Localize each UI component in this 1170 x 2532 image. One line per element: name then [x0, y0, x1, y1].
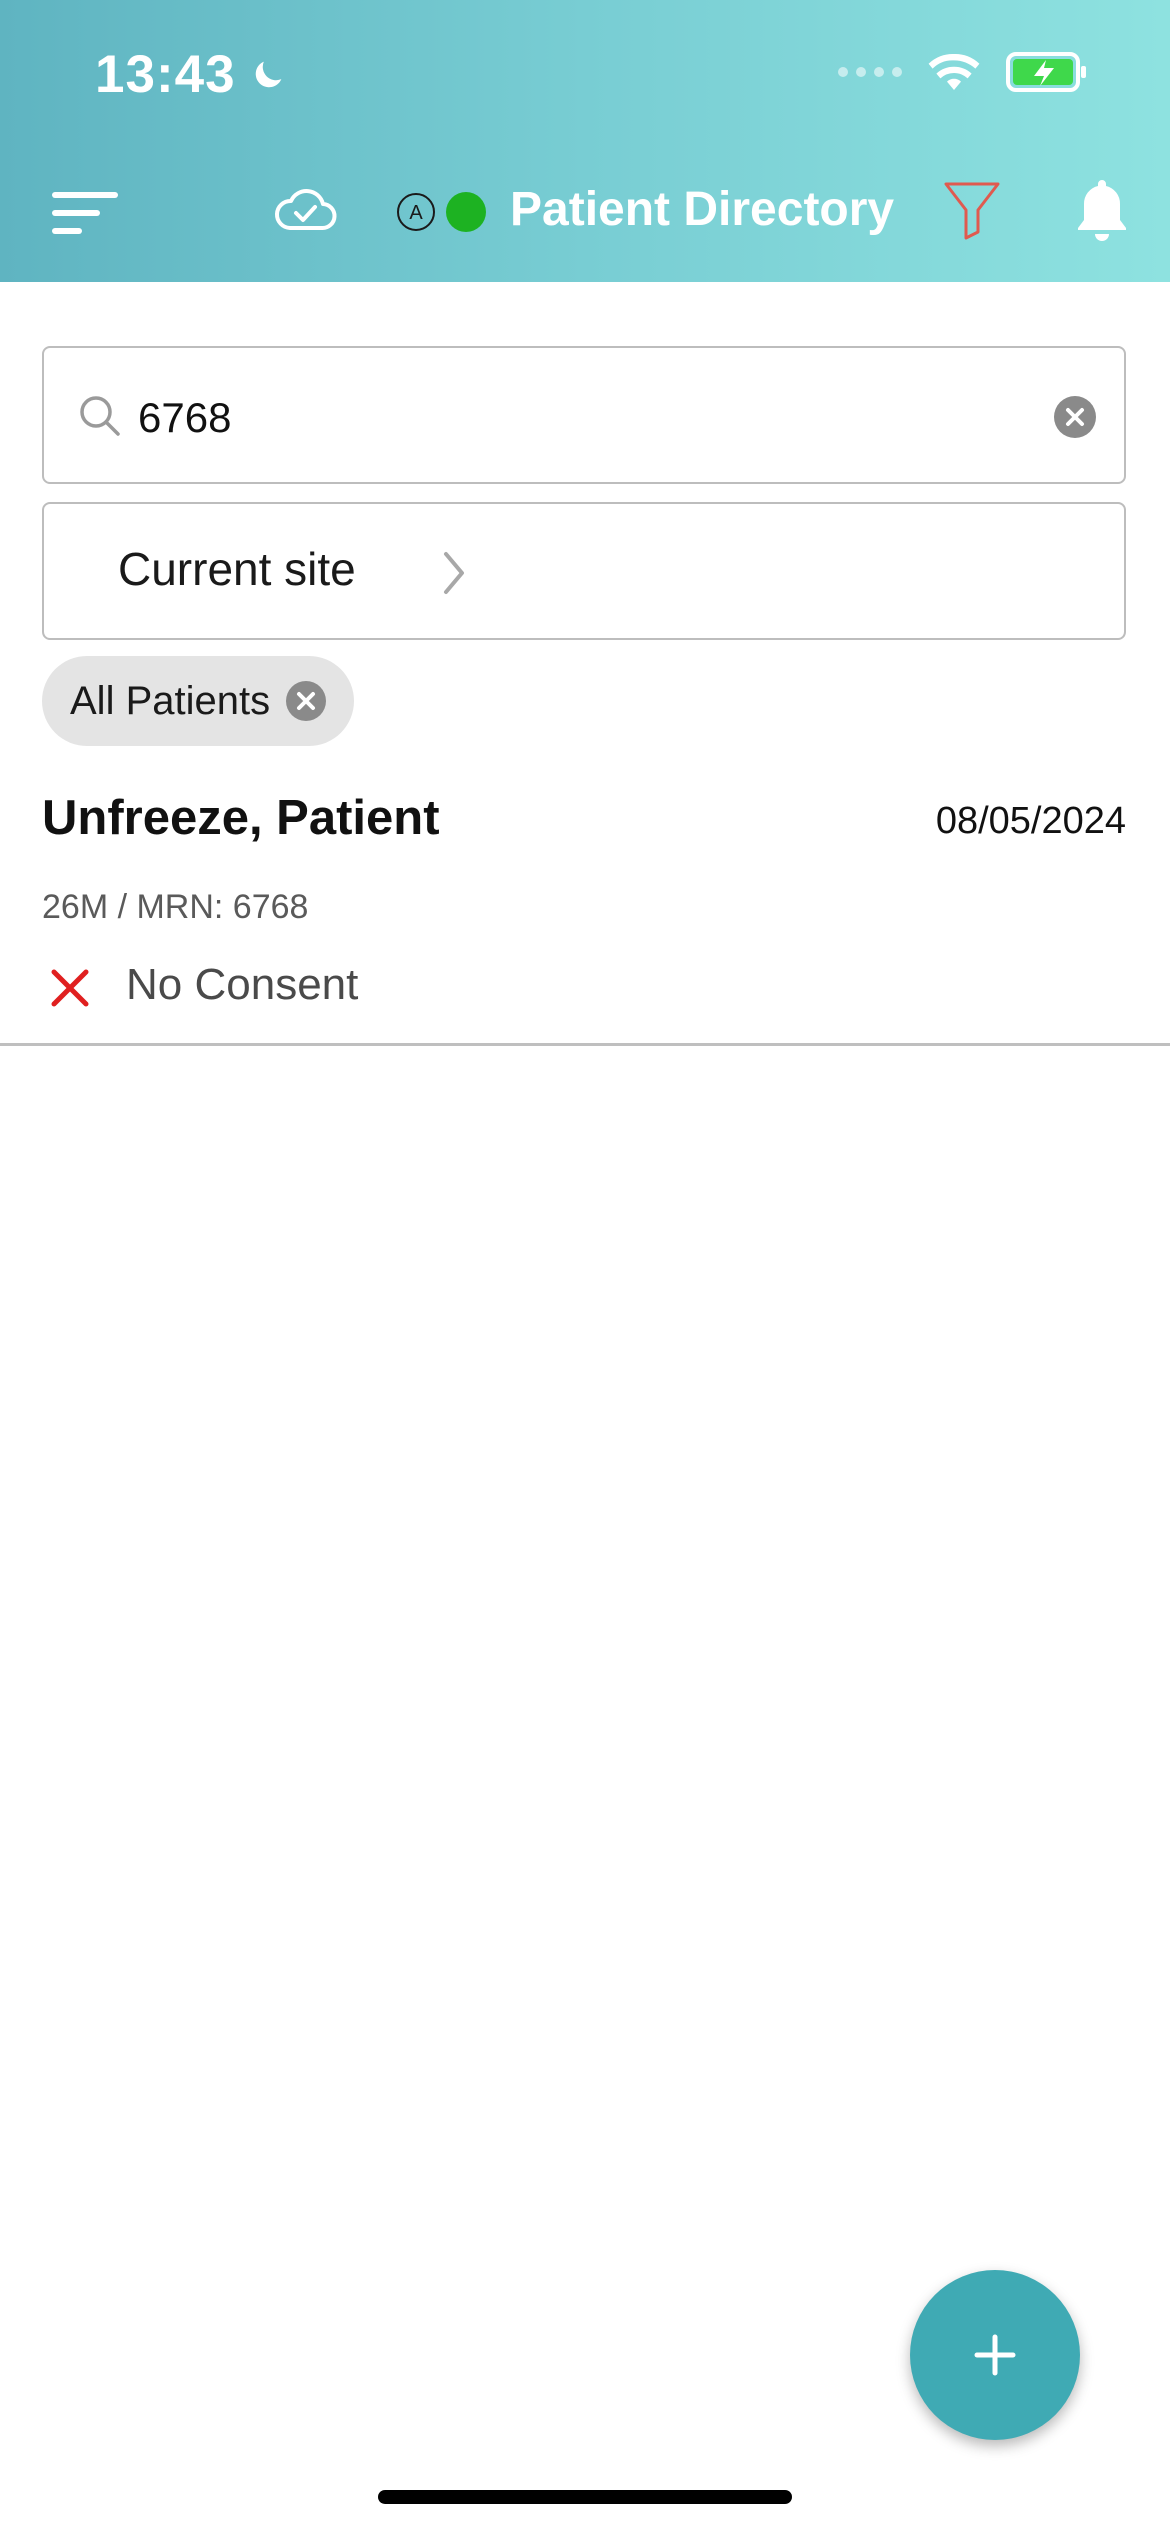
close-icon	[1066, 408, 1084, 426]
site-selector[interactable]: Current site	[42, 502, 1126, 640]
plus-icon	[974, 2334, 1016, 2376]
filter-chip-all-patients[interactable]: All Patients	[42, 656, 355, 746]
status-time-text: 13:43	[95, 45, 236, 104]
consent-status: No Consent	[126, 960, 359, 1009]
cellular-signal-icon	[838, 67, 902, 77]
auto-mode-icon[interactable]: A	[396, 192, 436, 232]
page-title: Patient Directory	[510, 183, 895, 236]
no-consent-x-icon	[51, 969, 89, 1007]
close-icon	[297, 692, 316, 710]
patient-date: 08/05/2024	[935, 800, 1126, 842]
site-selector-label: Current site	[118, 543, 356, 595]
patient-name: Unfreeze, Patient	[42, 791, 440, 845]
moon-icon	[255, 61, 281, 87]
patient-list-item[interactable]: Unfreeze, Patient 08/05/2024 26M / MRN: …	[0, 770, 1170, 1046]
clear-search-button[interactable]	[1054, 396, 1096, 438]
patient-directory-screen: 13:43 A Patient Directory 6768 Current s…	[0, 0, 1170, 2532]
remove-filter-button[interactable]	[286, 681, 327, 721]
status-bar-time: 13:43	[95, 44, 288, 105]
filter-icon[interactable]	[940, 178, 1004, 242]
search-field[interactable]	[42, 346, 1126, 484]
chevron-right-icon	[444, 552, 464, 594]
app-header: 13:43 A Patient Directory	[0, 0, 1170, 282]
patient-age-sex-mrn: 26M / MRN: 6768	[42, 888, 309, 926]
nav-bar: A Patient Directory	[0, 170, 1170, 250]
menu-icon[interactable]	[50, 188, 120, 238]
mode-badge-text: A	[409, 202, 423, 224]
search-icon	[80, 396, 120, 436]
battery-charging-icon	[1006, 52, 1086, 92]
home-indicator[interactable]	[378, 2490, 792, 2504]
filter-chip-label: All Patients	[70, 678, 271, 723]
status-bar-right	[838, 50, 1090, 94]
online-status-indicator	[446, 192, 486, 232]
cloud-sync-icon[interactable]	[272, 180, 338, 240]
add-patient-button[interactable]	[910, 2270, 1080, 2440]
wifi-icon	[928, 53, 980, 90]
search-input[interactable]	[136, 382, 1040, 454]
notification-bell-icon[interactable]	[1070, 176, 1134, 246]
